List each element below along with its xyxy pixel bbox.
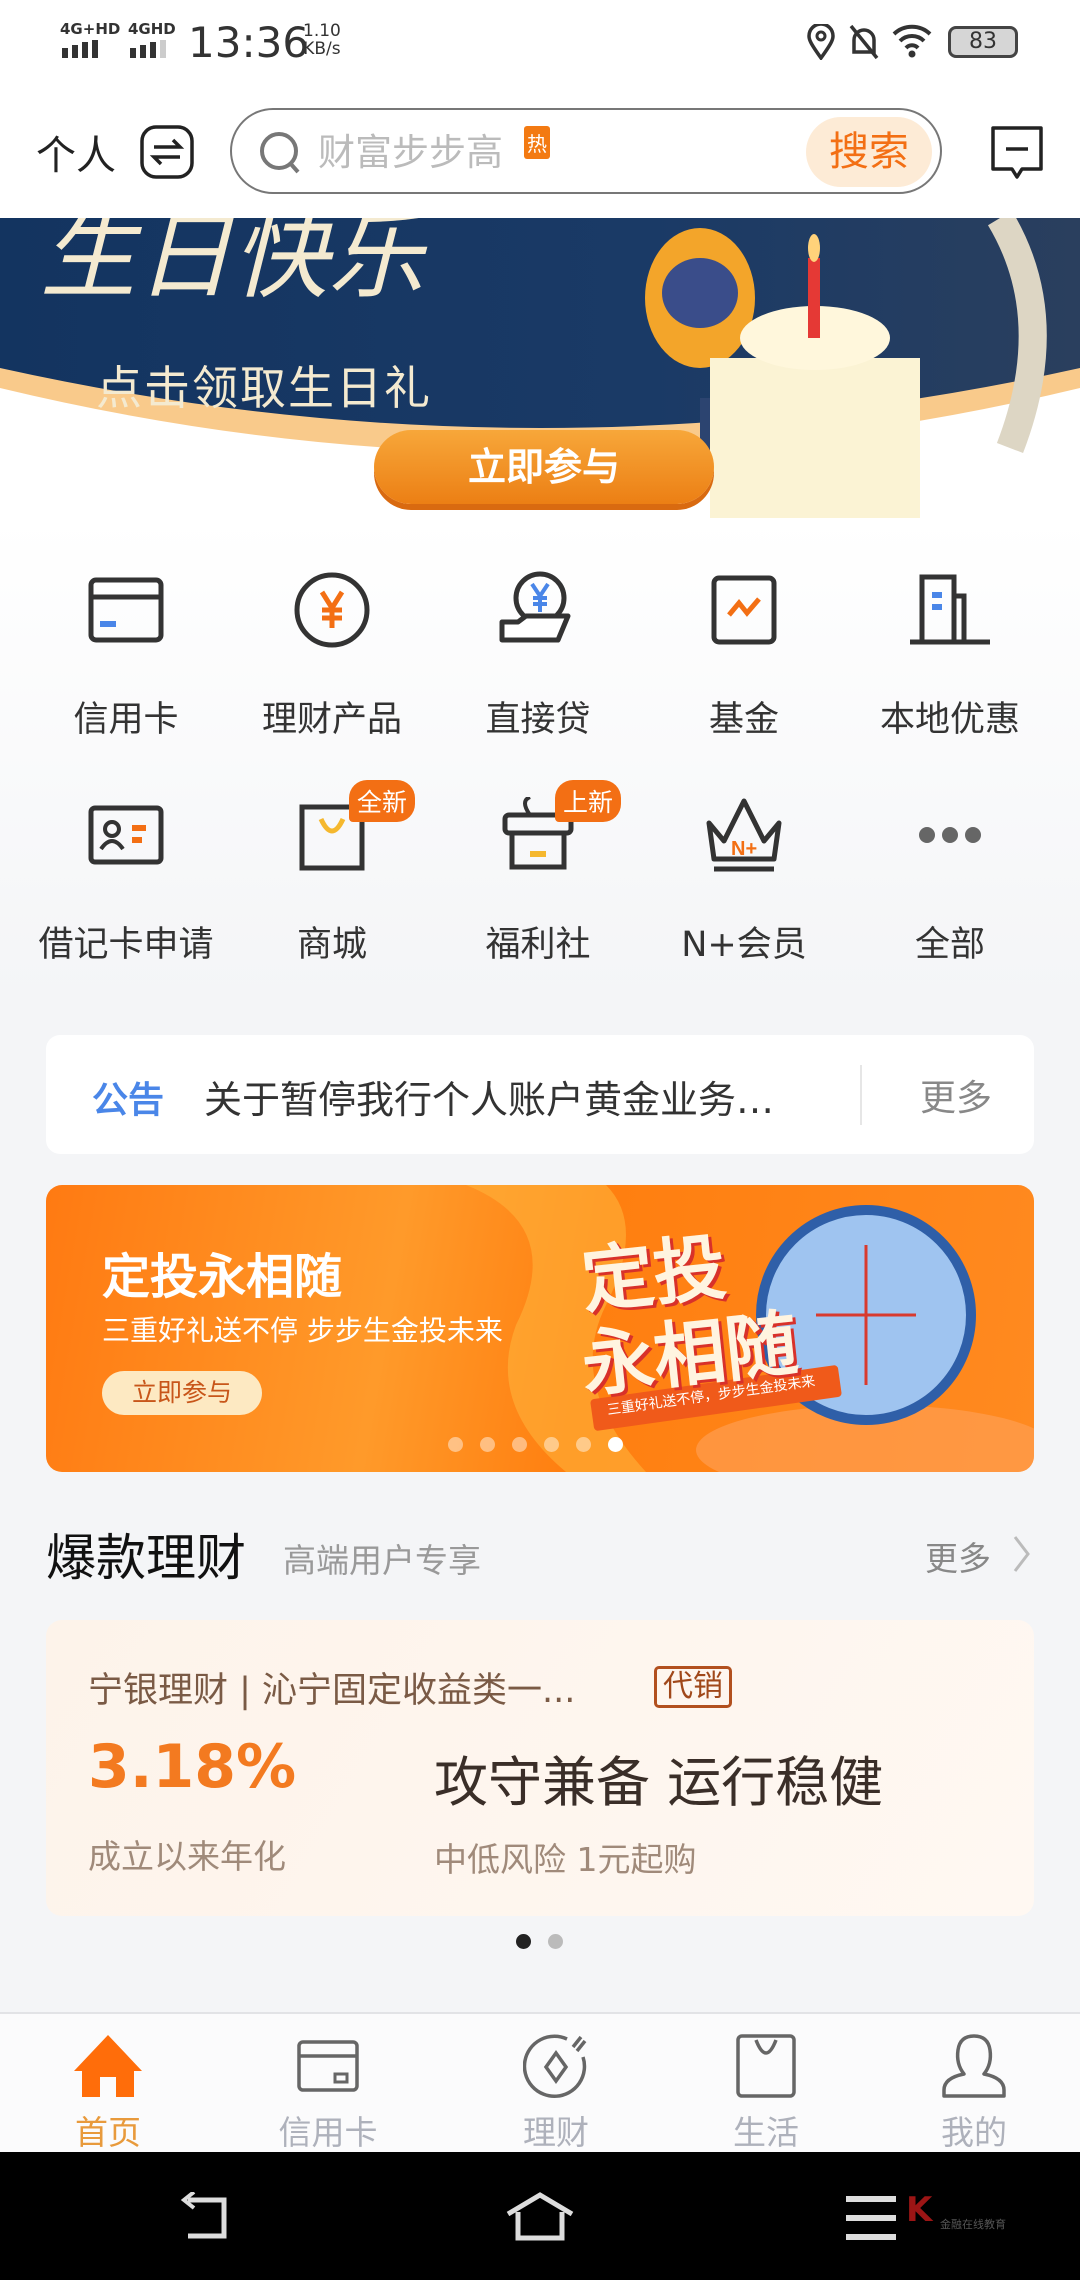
section-more-link[interactable]: 更多 <box>925 1532 991 1580</box>
section-title: 爆款理财 <box>46 1529 246 1587</box>
search-bar[interactable]: 财富步步高 热 搜索 <box>230 108 942 194</box>
home-icon <box>63 2024 153 2108</box>
promo-title: 定投永相随 <box>102 1249 343 1305</box>
account-mode-label[interactable]: 个人 <box>36 123 116 181</box>
distribution-tag: 代销 <box>654 1666 732 1708</box>
tab-home[interactable]: 首页 <box>0 2014 216 2154</box>
yuan-coin-icon <box>287 565 377 655</box>
notice-text[interactable]: 关于暂停我行个人账户黄金业务… <box>204 1069 774 1124</box>
wifi-icon <box>892 24 932 62</box>
new-badge: 上新 <box>555 780 622 822</box>
menu-item-direct-loan[interactable]: 直接贷 <box>435 565 641 742</box>
menu-item-credit-card[interactable]: 信用卡 <box>23 565 229 742</box>
notice-more-link[interactable]: 更多 <box>920 1069 992 1121</box>
bottom-tab-bar: 首页 信用卡 理财 生活 我的 <box>0 2012 1080 2152</box>
mute-bell-icon <box>848 24 880 64</box>
menu-item-fund[interactable]: 基金 <box>641 565 847 742</box>
network-label-2: 4GHD <box>128 20 176 38</box>
tab-mine[interactable]: 我的 <box>866 2014 1080 2154</box>
product-rate: 3.18% <box>88 1732 297 1802</box>
carousel-dot[interactable] <box>548 1934 563 1949</box>
menu-item-debit-card-apply[interactable]: 借记卡申请 <box>23 790 229 967</box>
watermark-logo: K <box>906 2190 933 2230</box>
new-badge: 全新 <box>349 780 416 822</box>
recent-apps-icon[interactable] <box>846 2196 898 2244</box>
carousel-dot-active[interactable] <box>516 1934 531 1949</box>
svg-text:N+: N+ <box>731 838 757 860</box>
carousel-indicator[interactable] <box>448 1437 623 1452</box>
credit-card-icon <box>283 2024 373 2108</box>
quick-menu-row-1: 信用卡 理财产品 直接贷 基金 本地优惠 <box>23 565 1053 742</box>
notice-bar[interactable]: 公告 关于暂停我行个人账户黄金业务… 更多 <box>46 1035 1034 1154</box>
birthday-banner[interactable]: 生日快乐 点击领取生日礼 立即参与 <box>0 218 1080 518</box>
home-nav-icon[interactable] <box>505 2192 575 2246</box>
notice-tag: 公告 <box>92 1080 165 1121</box>
menu-item-all[interactable]: 全部 <box>847 790 1053 967</box>
fund-chart-icon <box>699 565 789 655</box>
top-header: 个人 财富步步高 热 搜索 <box>0 95 1080 218</box>
search-input[interactable]: 财富步步高 <box>318 122 503 176</box>
building-icon <box>905 565 995 655</box>
section-subtitle: 高端用户专享 <box>283 1541 481 1580</box>
promo-join-button[interactable]: 立即参与 <box>102 1371 262 1415</box>
product-details: 中低风险 1元起购 <box>434 1840 697 1879</box>
product-slogan: 攻守兼备 运行稳健 <box>434 1751 884 1814</box>
banner-join-button[interactable]: 立即参与 <box>374 430 714 504</box>
rate-label: 成立以来年化 <box>88 1837 286 1876</box>
system-navigation-bar: K 金融在线教育 <box>0 2152 1080 2280</box>
tab-life[interactable]: 生活 <box>658 2014 874 2154</box>
menu-item-mall[interactable]: 全新 商城 <box>229 780 435 967</box>
user-icon <box>929 2024 1019 2108</box>
clock: 13:36 <box>188 18 310 67</box>
location-icon <box>806 22 836 64</box>
menu-item-local-deals[interactable]: 本地优惠 <box>847 565 1053 742</box>
carousel-dot-active[interactable] <box>608 1437 623 1452</box>
divider <box>860 1065 862 1125</box>
quick-menu-row-2: 借记卡申请 全新 商城 上新 福利社 N+ N+会员 全部 <box>23 780 1053 967</box>
search-icon <box>258 130 304 180</box>
tab-wealth[interactable]: 理财 <box>448 2014 664 2154</box>
back-icon[interactable] <box>180 2190 236 2244</box>
carousel-dot[interactable] <box>448 1437 463 1452</box>
banner-subtitle: 点击领取生日礼 <box>96 361 432 415</box>
battery-indicator: 83 <box>948 26 1018 58</box>
search-button[interactable]: 搜索 <box>806 117 932 187</box>
switch-mode-icon[interactable] <box>140 125 194 183</box>
product-pager[interactable] <box>516 1934 563 1949</box>
menu-item-wealth-products[interactable]: 理财产品 <box>229 565 435 742</box>
crown-icon: N+ <box>699 790 789 880</box>
promo-subtitle: 三重好礼送不停 步步生金投未来 <box>102 1314 503 1347</box>
message-icon[interactable] <box>990 125 1044 189</box>
chevron-right-icon[interactable] <box>1012 1534 1032 1578</box>
hot-badge: 热 <box>524 126 550 159</box>
promo-banner[interactable]: 定投永相随 三重好礼送不停 步步生金投未来 立即参与 定投 永相随 三重好礼送不… <box>46 1185 1034 1472</box>
product-card[interactable]: 宁银理财 | 沁宁固定收益类一... 代销 3.18% 成立以来年化 攻守兼备 … <box>46 1620 1034 1916</box>
menu-item-welfare-club[interactable]: 上新 福利社 <box>435 780 641 967</box>
carousel-dot[interactable] <box>576 1437 591 1452</box>
menu-item-n-plus-member[interactable]: N+ N+会员 <box>641 790 847 967</box>
signal-icon <box>130 40 174 62</box>
product-name: 宁银理财 | 沁宁固定收益类一... <box>88 1671 576 1711</box>
net-speed: 1.10 KB/s <box>303 21 341 59</box>
signal-icon <box>62 40 106 62</box>
shopping-bag-icon <box>721 2024 811 2108</box>
carousel-dot[interactable] <box>512 1437 527 1452</box>
tab-credit-card[interactable]: 信用卡 <box>220 2014 436 2154</box>
banner-title: 生日快乐 <box>40 218 424 312</box>
credit-card-icon <box>81 565 171 655</box>
loan-hand-icon <box>493 565 583 655</box>
more-dots-icon <box>905 790 995 880</box>
network-label-1: 4G+HD <box>60 20 121 38</box>
carousel-dot[interactable] <box>544 1437 559 1452</box>
wealth-coin-icon <box>511 2024 601 2108</box>
id-card-icon <box>81 790 171 880</box>
carousel-dot[interactable] <box>480 1437 495 1452</box>
status-bar: 4G+HD 4GHD 13:36 1.10 KB/s 83 <box>0 0 1080 95</box>
watermark-text: 金融在线教育 <box>940 2218 1006 2231</box>
